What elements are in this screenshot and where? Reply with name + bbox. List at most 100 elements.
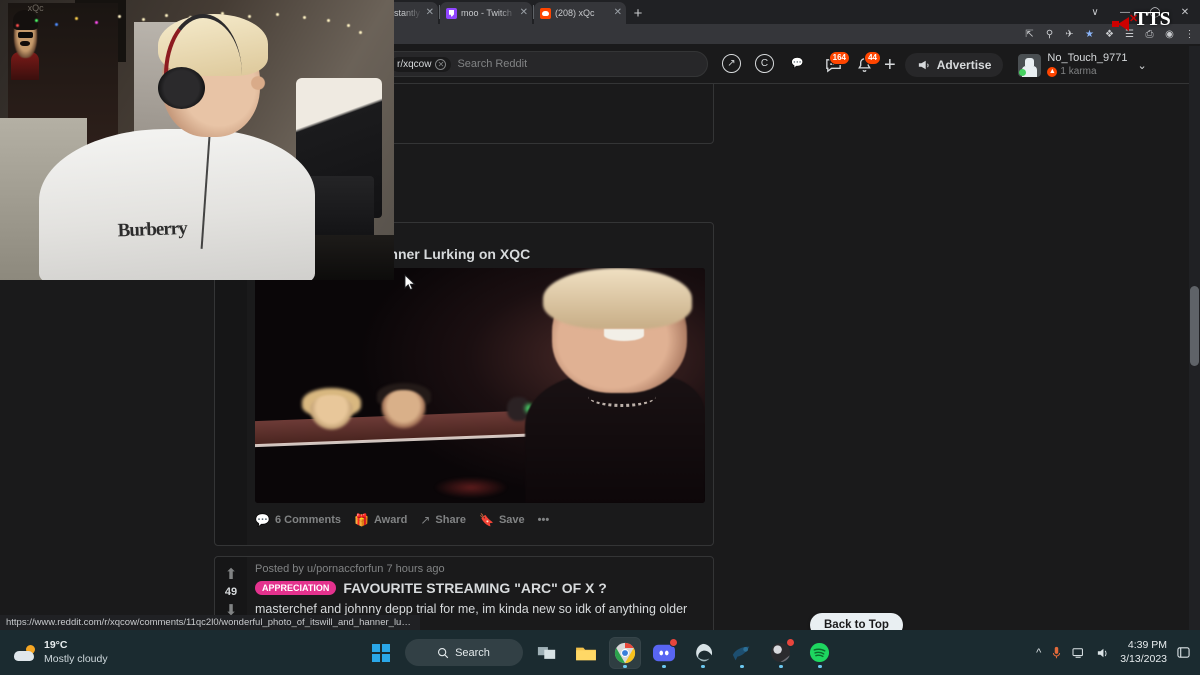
taskbar-search-box[interactable]: Search [404,639,523,666]
clock-date: 3/13/2023 [1120,652,1167,665]
shirt-text: Burberry [117,218,188,242]
discord-icon[interactable] [649,637,679,668]
close-icon[interactable]: ✕ [614,8,622,18]
volume-icon[interactable] [1096,647,1110,659]
award-icon: 🎁 [353,513,369,527]
share-button[interactable]: ↗ Share [420,513,466,527]
search-placeholder: Search Reddit [457,58,528,70]
chat-bubble-icon[interactable]: 💬 [788,54,807,73]
create-post-button[interactable]: + [884,55,896,75]
share-icon: ↗ [420,513,431,527]
upvote-arrow-icon[interactable]: ⬆ [222,565,240,583]
maximize-button[interactable]: ◯ [1140,0,1170,24]
tab-title: (208) xQc [555,8,595,18]
task-view-icon[interactable] [532,638,562,668]
clock-time: 4:39 PM [1127,639,1167,652]
advertise-button[interactable]: Advertise [904,53,1004,77]
file-explorer-icon[interactable] [571,638,601,668]
close-icon[interactable]: ✕ [435,58,447,70]
user-menu[interactable]: No_Touch_9771 ▲ 1 karma ⌄ [1018,52,1147,79]
profile-avatar-icon[interactable]: ◉ [1163,28,1176,41]
close-icon[interactable]: ✕ [426,8,434,18]
browser-toolbar-icons: ⇱ ⚲ ✈ ★ ❖ ☰ ⎙ ◉ ⋮ [1023,24,1196,44]
subreddit-chip-label: r/xqcow [397,58,432,70]
chevron-up-icon[interactable]: ^ [1036,647,1041,659]
comment-icon: 💬 [255,513,270,527]
megaphone-icon [918,60,929,70]
windows-taskbar: 19°C Mostly cloudy Search ^ 4:39 PM 3/13… [0,630,1200,675]
spotify-icon[interactable] [805,638,835,668]
post-image[interactable] [255,268,705,503]
save-label: Save [498,514,525,526]
reddit-karma-icon: ▲ [1047,66,1058,77]
save-button[interactable]: 🔖 Save [479,513,525,527]
close-window-button[interactable]: ✕ [1170,0,1200,24]
edge-icon[interactable] [688,638,718,668]
notification-badge-count: 44 [864,51,881,65]
zoom-icon[interactable]: ⚲ [1043,28,1056,41]
steam-icon[interactable] [727,638,757,668]
more-options-button[interactable]: ••• [538,514,550,526]
microphone-icon[interactable] [1051,646,1062,660]
search-icon [438,647,449,658]
post-actions: 💬 6 Comments 🎁 Award ↗ Share 🔖 Save ••• [255,506,705,534]
twitch-icon [446,7,457,19]
post-flair[interactable]: APPRECIATION [255,581,337,595]
page-title[interactable]: FAVOURITE STREAMING "ARC" OF X ? [343,580,606,596]
minimize-button[interactable]: — [1110,0,1140,24]
page-scrollbar[interactable] [1189,46,1200,630]
user-meta: No_Touch_9771 ▲ 1 karma [1047,52,1128,79]
network-icon[interactable] [1072,647,1086,659]
subreddit-filter-chip[interactable]: r/xqcow ✕ [391,56,452,72]
coins-icon[interactable]: C [755,54,774,73]
header-right-cluster: 164 44 + Advertise No_Touch_9771 ▲ 1 kar… [822,50,1194,80]
reddit-icon [540,7,551,19]
bell-icon[interactable]: 44 [853,51,881,76]
header-quick-icons: ↗ C 💬 [722,54,807,73]
popular-trending-icon[interactable]: ↗ [722,54,741,73]
obs-icon[interactable] [766,637,796,668]
browser-tab[interactable]: moo - Twitch ✕ [440,2,532,24]
chat-icon[interactable]: 164 [822,51,850,76]
chrome-menu-icon[interactable]: ⋮ [1183,28,1196,41]
post-title-row: APPRECIATION FAVOURITE STREAMING "ARC" O… [255,580,705,596]
bookmark-star-icon[interactable]: ★ [1083,28,1096,41]
share-label: Share [435,514,466,526]
stream-channel-label: xQc [27,2,44,13]
taskbar-clock[interactable]: 4:39 PM 3/13/2023 [1120,639,1167,665]
chrome-icon[interactable] [608,636,641,669]
reading-list-icon[interactable]: ☰ [1123,28,1136,41]
notification-badge [785,637,795,647]
tab-search-icon[interactable]: ∨ [1080,0,1110,24]
notification-badge [668,637,678,647]
tab-title: moo - Twitch [461,8,512,18]
window-controls: ∨ — ◯ ✕ [1080,0,1200,24]
comments-button[interactable]: 💬 6 Comments [255,513,341,527]
karma-label: 1 karma [1060,65,1097,77]
award-button[interactable]: 🎁 Award [354,513,407,527]
notification-center-icon[interactable] [1177,646,1190,659]
search-input[interactable]: r/xqcow ✕ Search Reddit [382,51,708,77]
post-meta: Posted by u/pornaccforfun 7 hours ago [255,563,445,575]
scrollbar-thumb[interactable] [1190,286,1199,366]
mouse-cursor [404,274,416,291]
stream-webcam-overlay: Burberry xQc [0,0,394,280]
online-status-dot [1019,68,1027,76]
system-tray: ^ 4:39 PM 3/13/2023 [1036,639,1190,665]
taskbar-search-label: Search [455,646,490,659]
karma-row: ▲ 1 karma [1047,66,1127,79]
browser-tab-active[interactable]: (208) xQc ✕ [534,2,626,24]
extensions-puzzle-icon[interactable]: ❖ [1103,28,1116,41]
start-icon[interactable] [366,638,396,668]
status-bar-url: https://www.reddit.com/r/xqcow/comments/… [0,615,420,630]
cast-icon[interactable]: ✈ [1063,28,1076,41]
comments-label: 6 Comments [274,514,341,526]
chevron-down-icon[interactable]: ⌄ [1138,59,1147,72]
close-icon[interactable]: ✕ [520,8,528,18]
new-tab-button[interactable]: + [627,2,649,24]
downloads-icon[interactable]: ⎙ [1143,28,1156,41]
share-icon[interactable]: ⇱ [1023,28,1036,41]
chat-badge-count: 164 [828,51,850,65]
award-label: Award [373,514,408,526]
taskbar-app-row: Search [0,636,1200,669]
